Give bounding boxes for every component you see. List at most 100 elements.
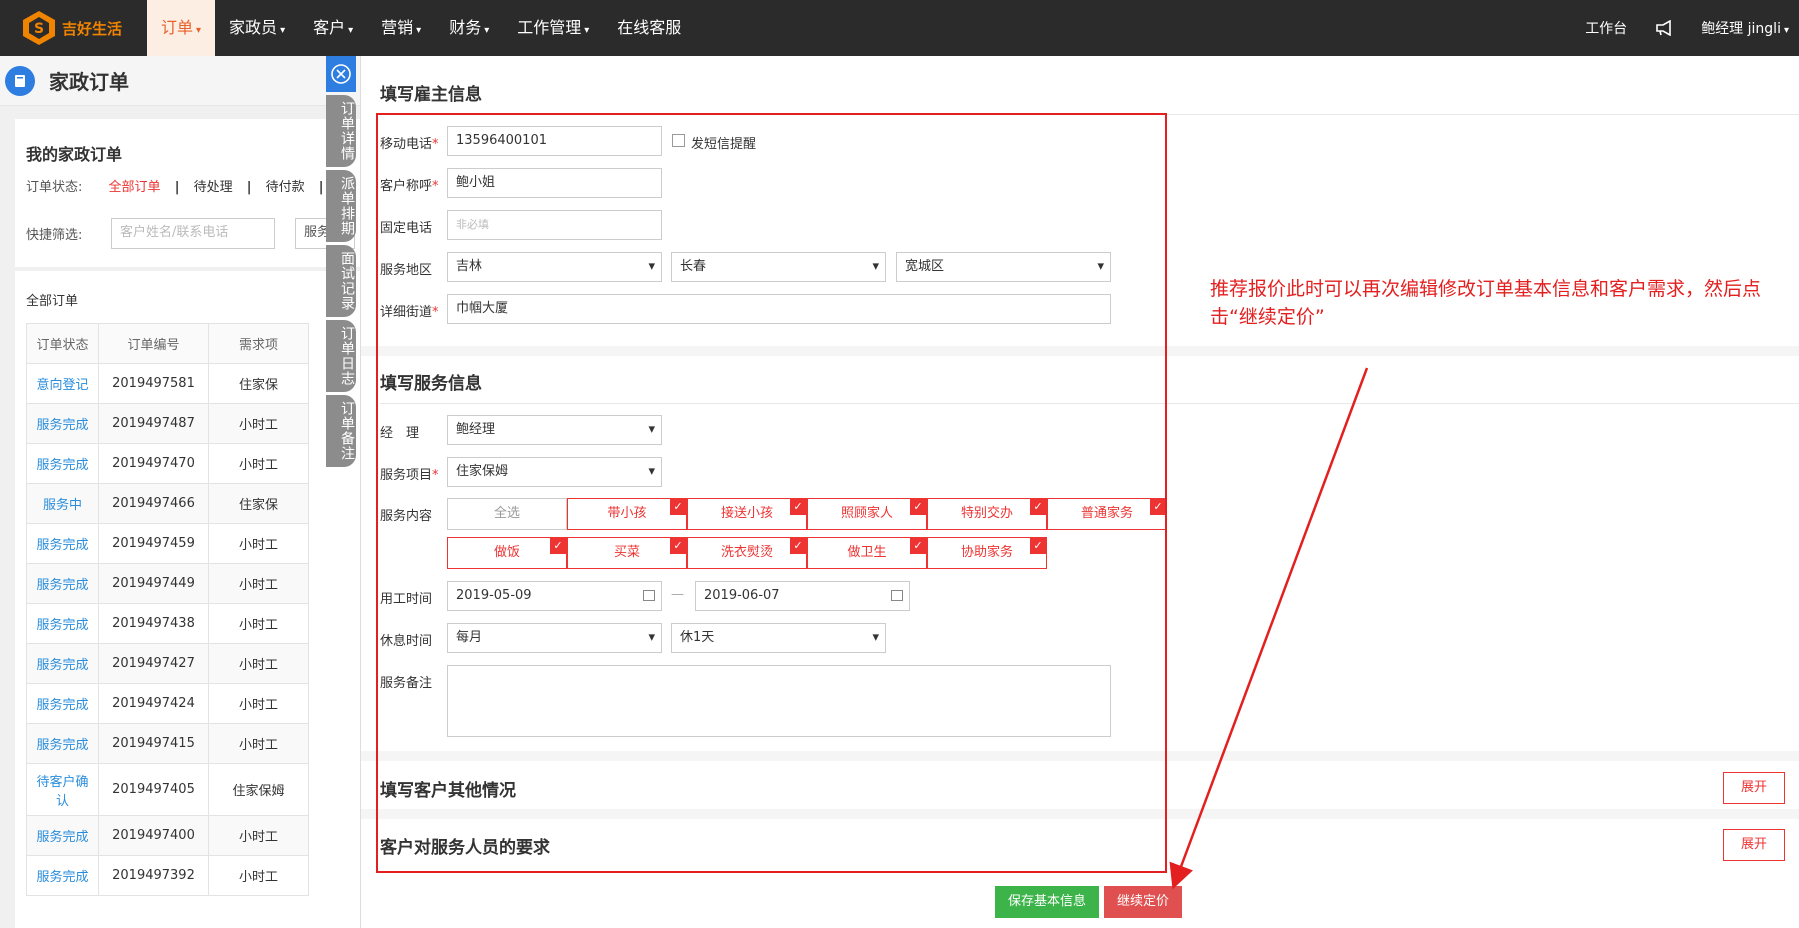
side-tab-3[interactable]: 订单日志 — [326, 320, 356, 392]
table-row[interactable]: 待客户确认 2019497405 住家保姆 — [26, 763, 309, 816]
service-content-option[interactable]: 买菜 ✓ — [567, 537, 687, 569]
table-row[interactable]: 服务完成 2019497459 小时工 — [26, 523, 309, 564]
order-status-link[interactable]: 服务完成 — [26, 523, 99, 564]
table-row[interactable]: 服务完成 2019497449 小时工 — [26, 563, 309, 604]
chevron-down-icon: ▾ — [280, 25, 286, 36]
table-row[interactable]: 服务完成 2019497470 小时工 — [26, 443, 309, 484]
nav-item-label: 营销 — [381, 18, 414, 37]
mobile-label: 移动电话* — [380, 133, 439, 152]
service-content-option[interactable]: 做饭 ✓ — [447, 537, 567, 569]
service-content-option[interactable]: 普通家务 ✓ — [1047, 498, 1167, 530]
service-content-option[interactable]: 洗衣熨烫 ✓ — [687, 537, 807, 569]
column-header[interactable]: 订单编号 — [98, 323, 209, 364]
side-tab-4[interactable]: 订单备注 — [326, 395, 356, 467]
status-option-unpaid[interactable]: 待付款 — [266, 180, 305, 195]
column-header[interactable]: 需求项 — [208, 323, 309, 364]
status-option-pending[interactable]: 待处理 — [194, 180, 233, 195]
order-status-link[interactable]: 服务完成 — [26, 643, 99, 684]
expand-requirements-button[interactable]: 展开 — [1723, 829, 1785, 861]
region-label: 服务地区 — [380, 263, 433, 278]
service-item-select[interactable]: 住家保姆 — [447, 457, 662, 487]
save-basic-info-button[interactable]: 保存基本信息 — [995, 886, 1099, 918]
table-row[interactable]: 服务完成 2019497392 小时工 — [26, 855, 309, 896]
side-tab-2[interactable]: 面试记录 — [326, 245, 356, 317]
nav-item-5[interactable]: 工作管理 ▾ — [503, 0, 603, 56]
calendar-icon[interactable] — [643, 590, 655, 601]
calendar-icon[interactable] — [891, 590, 903, 601]
service-note-textarea[interactable] — [447, 665, 1111, 737]
mobile-input[interactable]: 13596400101 — [447, 126, 662, 156]
province-select[interactable]: 吉林 — [447, 252, 662, 282]
demand-item: 小时工 — [208, 523, 309, 564]
megaphone-icon[interactable] — [1655, 20, 1673, 36]
demand-item: 小时工 — [208, 443, 309, 484]
close-button[interactable] — [326, 56, 356, 92]
table-row[interactable]: 服务完成 2019497415 小时工 — [26, 723, 309, 764]
select-all-button[interactable]: 全选 — [447, 498, 567, 530]
table-row[interactable]: 意向登记 2019497581 住家保 — [26, 363, 309, 404]
nav-item-2[interactable]: 客户 ▾ — [299, 0, 367, 56]
page-title: 家政订单 — [49, 70, 129, 94]
table-row[interactable]: 服务完成 2019497487 小时工 — [26, 403, 309, 444]
table-row[interactable]: 服务完成 2019497438 小时工 — [26, 603, 309, 644]
column-header[interactable]: 订单状态 — [26, 323, 99, 364]
service-content-option[interactable]: 特别交办 ✓ — [927, 498, 1047, 530]
chevron-down-icon: ▾ — [196, 25, 202, 36]
check-icon: ✓ — [1030, 538, 1046, 554]
separator: | — [318, 180, 324, 195]
order-status-link[interactable]: 服务完成 — [26, 723, 99, 764]
table-row[interactable]: 服务完成 2019497427 小时工 — [26, 643, 309, 684]
service-content-label: 做饭 — [493, 545, 520, 560]
service-content-option[interactable]: 带小孩 ✓ — [567, 498, 687, 530]
nav-item-6[interactable]: 在线客服 — [603, 0, 695, 56]
order-status-link[interactable]: 服务完成 — [26, 443, 99, 484]
sms-checkbox[interactable] — [672, 134, 685, 147]
rest-days-select[interactable]: 休1天 — [671, 623, 886, 653]
service-content-option[interactable]: 做卫生 ✓ — [807, 537, 927, 569]
order-number: 2019497487 — [98, 403, 209, 444]
table-row[interactable]: 服务完成 2019497424 小时工 — [26, 683, 309, 724]
user-menu[interactable]: 鲍经理 jingli ▾ — [1701, 18, 1789, 38]
demand-item: 住家保姆 — [208, 763, 309, 816]
order-status-link[interactable]: 意向登记 — [26, 363, 99, 404]
service-content-label: 特别交办 — [960, 506, 1013, 521]
order-status-link[interactable]: 待客户确认 — [26, 763, 99, 816]
nav-item-1[interactable]: 家政员 ▾ — [215, 0, 299, 56]
manager-select[interactable]: 鲍经理 — [447, 415, 662, 445]
end-date-input[interactable]: 2019-06-07 — [695, 581, 910, 611]
order-status-link[interactable]: 服务中 — [26, 483, 99, 524]
city-select[interactable]: 长春 — [671, 252, 886, 282]
brand-logo[interactable]: S 吉好生活 — [22, 7, 122, 49]
order-status-link[interactable]: 服务完成 — [26, 815, 99, 856]
demand-item: 小时工 — [208, 643, 309, 684]
demand-item: 小时工 — [208, 563, 309, 604]
nav-item-3[interactable]: 营销 ▾ — [367, 0, 435, 56]
quick-filter-input[interactable]: 客户姓名/联系电话 — [111, 218, 275, 249]
service-content-option[interactable]: 协助家务 ✓ — [927, 537, 1047, 569]
table-row[interactable]: 服务中 2019497466 住家保 — [26, 483, 309, 524]
service-content-label: 带小孩 — [607, 506, 647, 521]
table-row[interactable]: 服务完成 2019497400 小时工 — [26, 815, 309, 856]
order-status-link[interactable]: 服务完成 — [26, 683, 99, 724]
expand-other-button[interactable]: 展开 — [1723, 772, 1785, 804]
order-status-link[interactable]: 服务完成 — [26, 403, 99, 444]
order-status-link[interactable]: 服务完成 — [26, 563, 99, 604]
street-input[interactable]: 巾帼大厦 — [447, 294, 1111, 324]
status-option-all[interactable]: 全部订单 — [109, 180, 161, 195]
nav-item-0[interactable]: 订单 ▾ — [147, 0, 216, 56]
nav-item-4[interactable]: 财务 ▾ — [435, 0, 503, 56]
side-tab-0[interactable]: 订单详情 — [326, 95, 356, 167]
order-status-link[interactable]: 服务完成 — [26, 603, 99, 644]
service-content-option[interactable]: 接送小孩 ✓ — [687, 498, 807, 530]
service-content-option[interactable]: 照顾家人 ✓ — [807, 498, 927, 530]
demand-item: 小时工 — [208, 855, 309, 896]
continue-pricing-button[interactable]: 继续定价 — [1104, 886, 1182, 918]
start-date-input[interactable]: 2019-05-09 — [447, 581, 662, 611]
name-input[interactable]: 鲍小姐 — [447, 168, 662, 198]
order-status-link[interactable]: 服务完成 — [26, 855, 99, 896]
rest-period-select[interactable]: 每月 — [447, 623, 662, 653]
side-tab-1[interactable]: 派单排期 — [326, 170, 356, 242]
workbench-link[interactable]: 工作台 — [1585, 18, 1627, 38]
phone-input[interactable]: 非必填 — [447, 210, 662, 240]
district-select[interactable]: 宽城区 — [896, 252, 1111, 282]
